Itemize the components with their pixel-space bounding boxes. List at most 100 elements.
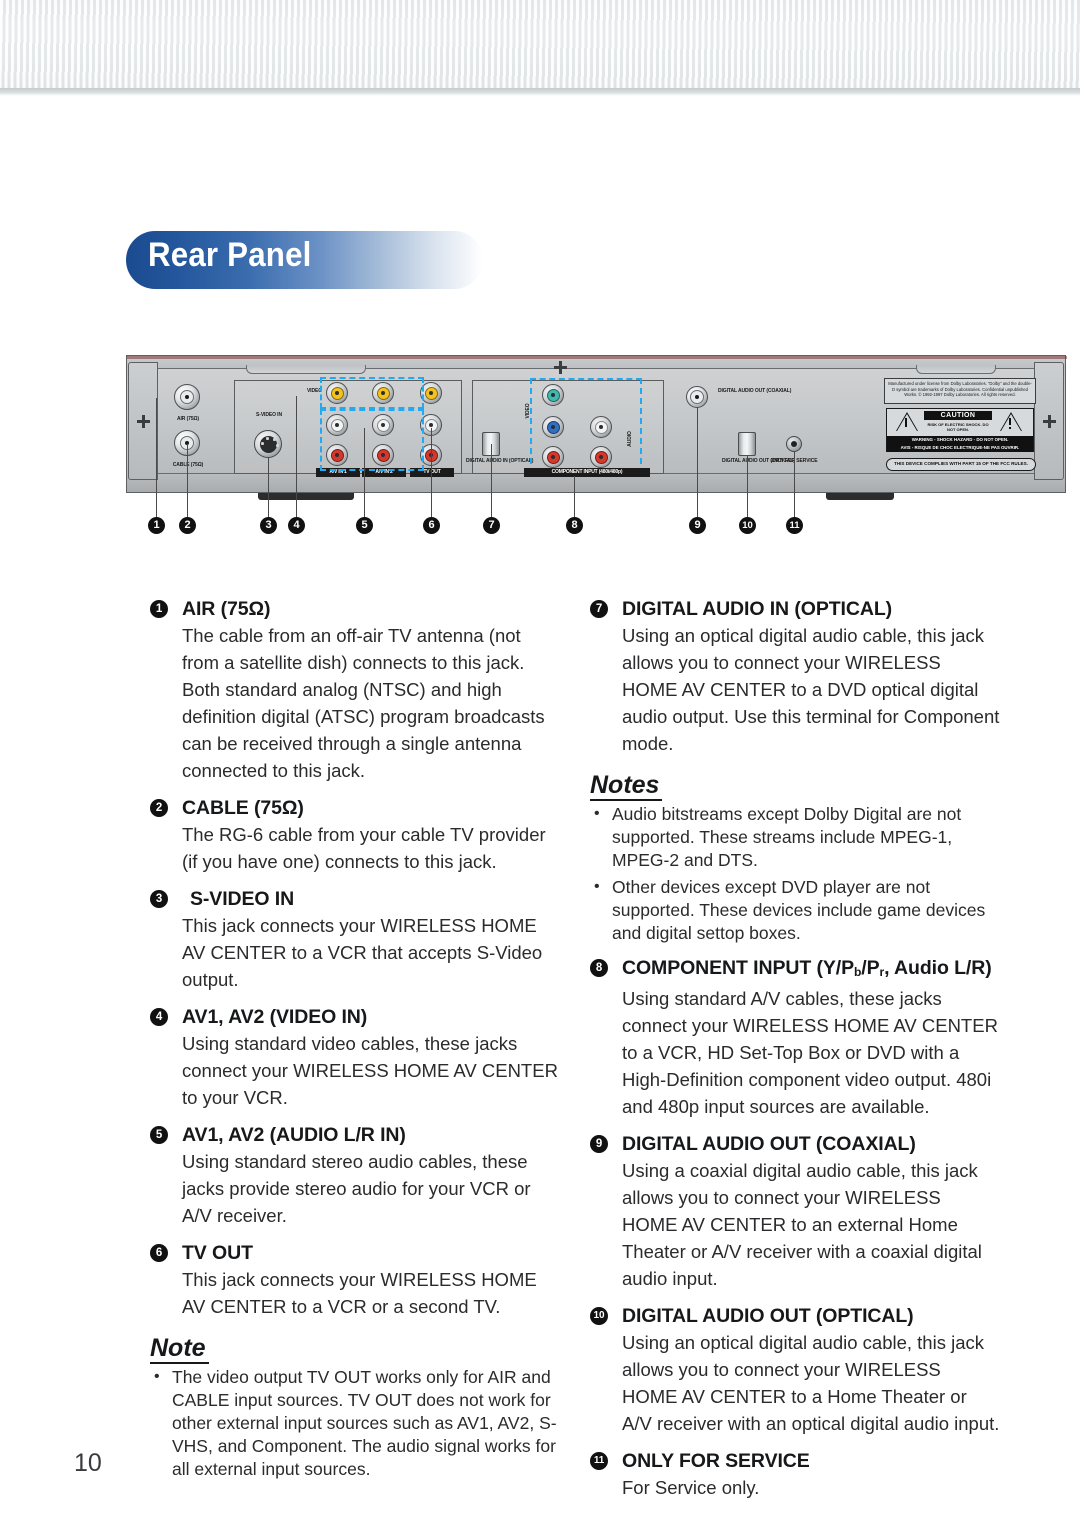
callout-badge-9: 9	[689, 517, 706, 534]
leader-line-11	[794, 452, 795, 520]
entry-body-tv-out: This jack connects your WIRELESS HOME AV…	[182, 1269, 537, 1317]
entry-heading-tv-out: 6 TV OUT	[150, 1240, 560, 1266]
rear-panel-illustration: AIR (75Ω) CABLE (75Ω) S-VIDEO IN VIDEO A…	[126, 352, 1067, 542]
entry-number-11: 11	[590, 1452, 608, 1471]
entry-number-10: 10	[590, 1307, 608, 1326]
dolby-license-text: Manufactured under license from Dolby La…	[884, 378, 1036, 404]
entry-number-9: 9	[590, 1135, 608, 1154]
entry-body-cable: The RG-6 cable from your cable TV provid…	[182, 824, 546, 872]
entry-number-8: 8	[590, 959, 608, 977]
leader-line-3	[268, 458, 269, 520]
chassis-top-accent	[127, 356, 1067, 359]
entry-number-3: 3	[150, 890, 168, 908]
entry-body-digital-audio-out-coaxial: Using a coaxial digital audio cable, thi…	[622, 1160, 982, 1290]
entry-digital-audio-out-coaxial: 9 DIGITAL AUDIO OUT (COAXIAL) Using a co…	[590, 1131, 1000, 1292]
entry-only-for-service: 11 ONLY FOR SERVICE For Service only.	[590, 1448, 1000, 1501]
leader-line-9	[697, 408, 698, 520]
regulatory-label: Manufactured under license from Dolby La…	[882, 378, 1038, 474]
leader-line-4	[296, 396, 297, 520]
entry-heading-text: ONLY FOR SERVICE	[622, 1450, 810, 1473]
callout-badge-2: 2	[179, 517, 196, 534]
entry-heading-text: COMPONENT INPUT (Y/Pb/Pr, Audio L/R)	[622, 957, 992, 980]
digital-audio-out-coaxial-jack	[686, 386, 708, 408]
note-list: The video output TV OUT works only for A…	[150, 1365, 560, 1481]
notes-block-right: Notes Audio bitstreams except Dolby Digi…	[590, 771, 1000, 945]
note-item: Other devices except DVD player are not …	[590, 875, 1000, 945]
bolt-glyph	[905, 418, 907, 427]
exclamation-dot	[1009, 426, 1011, 429]
entry-air: 1 AIR (75Ω) The cable from an off-air TV…	[150, 596, 560, 784]
callout-badge-1: 1	[148, 517, 165, 534]
callout-badge-3: 3	[260, 517, 277, 534]
entry-body-air: The cable from an off-air TV antenna (no…	[182, 625, 545, 781]
entry-heading-air: 1 AIR (75Ω)	[150, 596, 560, 622]
leader-line-10	[747, 456, 748, 520]
entry-heading-av-audio-in: 5 AV1, AV2 (AUDIO L/R IN)	[150, 1122, 560, 1148]
callout-badge-7: 7	[483, 517, 500, 534]
chassis-notch-right	[916, 365, 996, 374]
page-header-band-edge	[0, 88, 1080, 96]
air-jack-label: AIR (75Ω)	[176, 416, 199, 422]
entry-heading-cable: 2 CABLE (75Ω)	[150, 795, 560, 821]
note-item: Audio bitstreams except Dolby Digital ar…	[590, 802, 1000, 872]
entry-heading-text: AV1, AV2 (VIDEO IN)	[182, 1006, 368, 1028]
component-input-label: COMPONENT INPUT (480i/480p)	[524, 468, 650, 477]
video-in-highlight	[320, 377, 424, 409]
air-coax-jack	[174, 384, 200, 410]
entry-heading-digital-audio-in-optical: 7 DIGITAL AUDIO IN (OPTICAL)	[590, 596, 1000, 622]
digital-audio-in-optical-label: DIGITAL AUDIO IN (OPTICAL)	[466, 458, 534, 464]
note-title: Note	[150, 1334, 209, 1364]
s-video-in-jack	[254, 430, 282, 458]
page-number: 10	[74, 1449, 102, 1477]
entry-number-5: 5	[150, 1126, 168, 1144]
entry-component-input: 8 COMPONENT INPUT (Y/Pb/Pr, Audio L/R) U…	[590, 955, 1000, 1120]
screw-plus-icon-top	[554, 361, 567, 374]
entry-av-video-in: 4 AV1, AV2 (VIDEO IN) Using standard vid…	[150, 1004, 560, 1111]
caution-subtext: RISK OF ELECTRIC SHOCK. DO NOT OPEN.	[927, 422, 989, 432]
entry-body-component-input: Using standard A/V cables, these jacks c…	[622, 988, 998, 1118]
entry-heading-text: TV OUT	[182, 1242, 253, 1264]
notes-title: Notes	[590, 771, 663, 801]
callout-badge-10: 10	[739, 517, 756, 534]
right-text-column: 7 DIGITAL AUDIO IN (OPTICAL) Using an op…	[590, 596, 1000, 1512]
leader-line-6	[431, 428, 432, 520]
chassis-foot-right	[826, 493, 894, 500]
entry-heading-text: CABLE (75Ω)	[182, 797, 304, 819]
chassis-foot-left	[258, 493, 354, 500]
chassis-notch-left	[246, 365, 366, 374]
entry-heading-digital-audio-out-coaxial: 9 DIGITAL AUDIO OUT (COAXIAL)	[590, 1131, 1000, 1157]
cable-jack-label: CABLE (75Ω)	[172, 462, 204, 468]
component-input-highlight	[530, 378, 642, 474]
entry-body-digital-audio-out-optical: Using an optical digital audio cable, th…	[622, 1332, 1000, 1435]
note-item: The video output TV OUT works only for A…	[150, 1365, 560, 1481]
entry-heading-text: DIGITAL AUDIO OUT (OPTICAL)	[622, 1305, 914, 1328]
callout-badge-6: 6	[423, 517, 440, 534]
entry-heading-only-for-service: 11 ONLY FOR SERVICE	[590, 1448, 1000, 1474]
entry-body-av-audio-in: Using standard stereo audio cables, thes…	[182, 1151, 531, 1226]
entry-digital-audio-out-optical: 10 DIGITAL AUDIO OUT (OPTICAL) Using an …	[590, 1303, 1000, 1437]
callout-badge-8: 8	[566, 517, 583, 534]
entry-body-only-for-service: For Service only.	[622, 1477, 760, 1499]
entry-body-av-video-in: Using standard video cables, these jacks…	[182, 1033, 558, 1108]
leader-line-8	[574, 476, 575, 520]
entry-heading-av-video-in: 4 AV1, AV2 (VIDEO IN)	[150, 1004, 560, 1030]
entry-number-1: 1	[150, 600, 168, 618]
entry-heading-digital-audio-out-optical: 10 DIGITAL AUDIO OUT (OPTICAL)	[590, 1303, 1000, 1329]
warning-line-2: AVIS - RISQUE DE CHOC ELECTRIQUE-NE PAS …	[887, 444, 1033, 452]
digital-audio-out-coaxial-label: DIGITAL AUDIO OUT (COAXIAL)	[718, 388, 792, 394]
entry-heading-text: AV1, AV2 (AUDIO L/R IN)	[182, 1124, 406, 1146]
entry-heading-text: AIR (75Ω)	[182, 598, 271, 620]
note-block-left: Note The video output TV OUT works only …	[150, 1334, 560, 1481]
entry-number-2: 2	[150, 799, 168, 817]
fcc-compliance-text: THIS DEVICE COMPLIES WITH PART 15 OF THE…	[886, 458, 1036, 471]
entry-s-video-in: 3 S-VIDEO IN This jack connects your WIR…	[150, 886, 560, 993]
screw-plus-icon	[1043, 415, 1056, 428]
entry-body-s-video-in: This jack connects your WIRELESS HOME AV…	[182, 915, 543, 990]
audio-in-highlight	[320, 409, 424, 471]
caution-word: CAUTION	[924, 411, 992, 420]
entry-body-digital-audio-in-optical: Using an optical digital audio cable, th…	[622, 625, 1000, 754]
warning-line-1: WARNING - SHOCK HAZARD - DO NOT OPEN.	[887, 436, 1033, 444]
only-for-service-jack	[786, 436, 802, 452]
video-row-label: VIDEO	[306, 388, 322, 394]
entry-cable: 2 CABLE (75Ω) The RG-6 cable from your c…	[150, 795, 560, 875]
